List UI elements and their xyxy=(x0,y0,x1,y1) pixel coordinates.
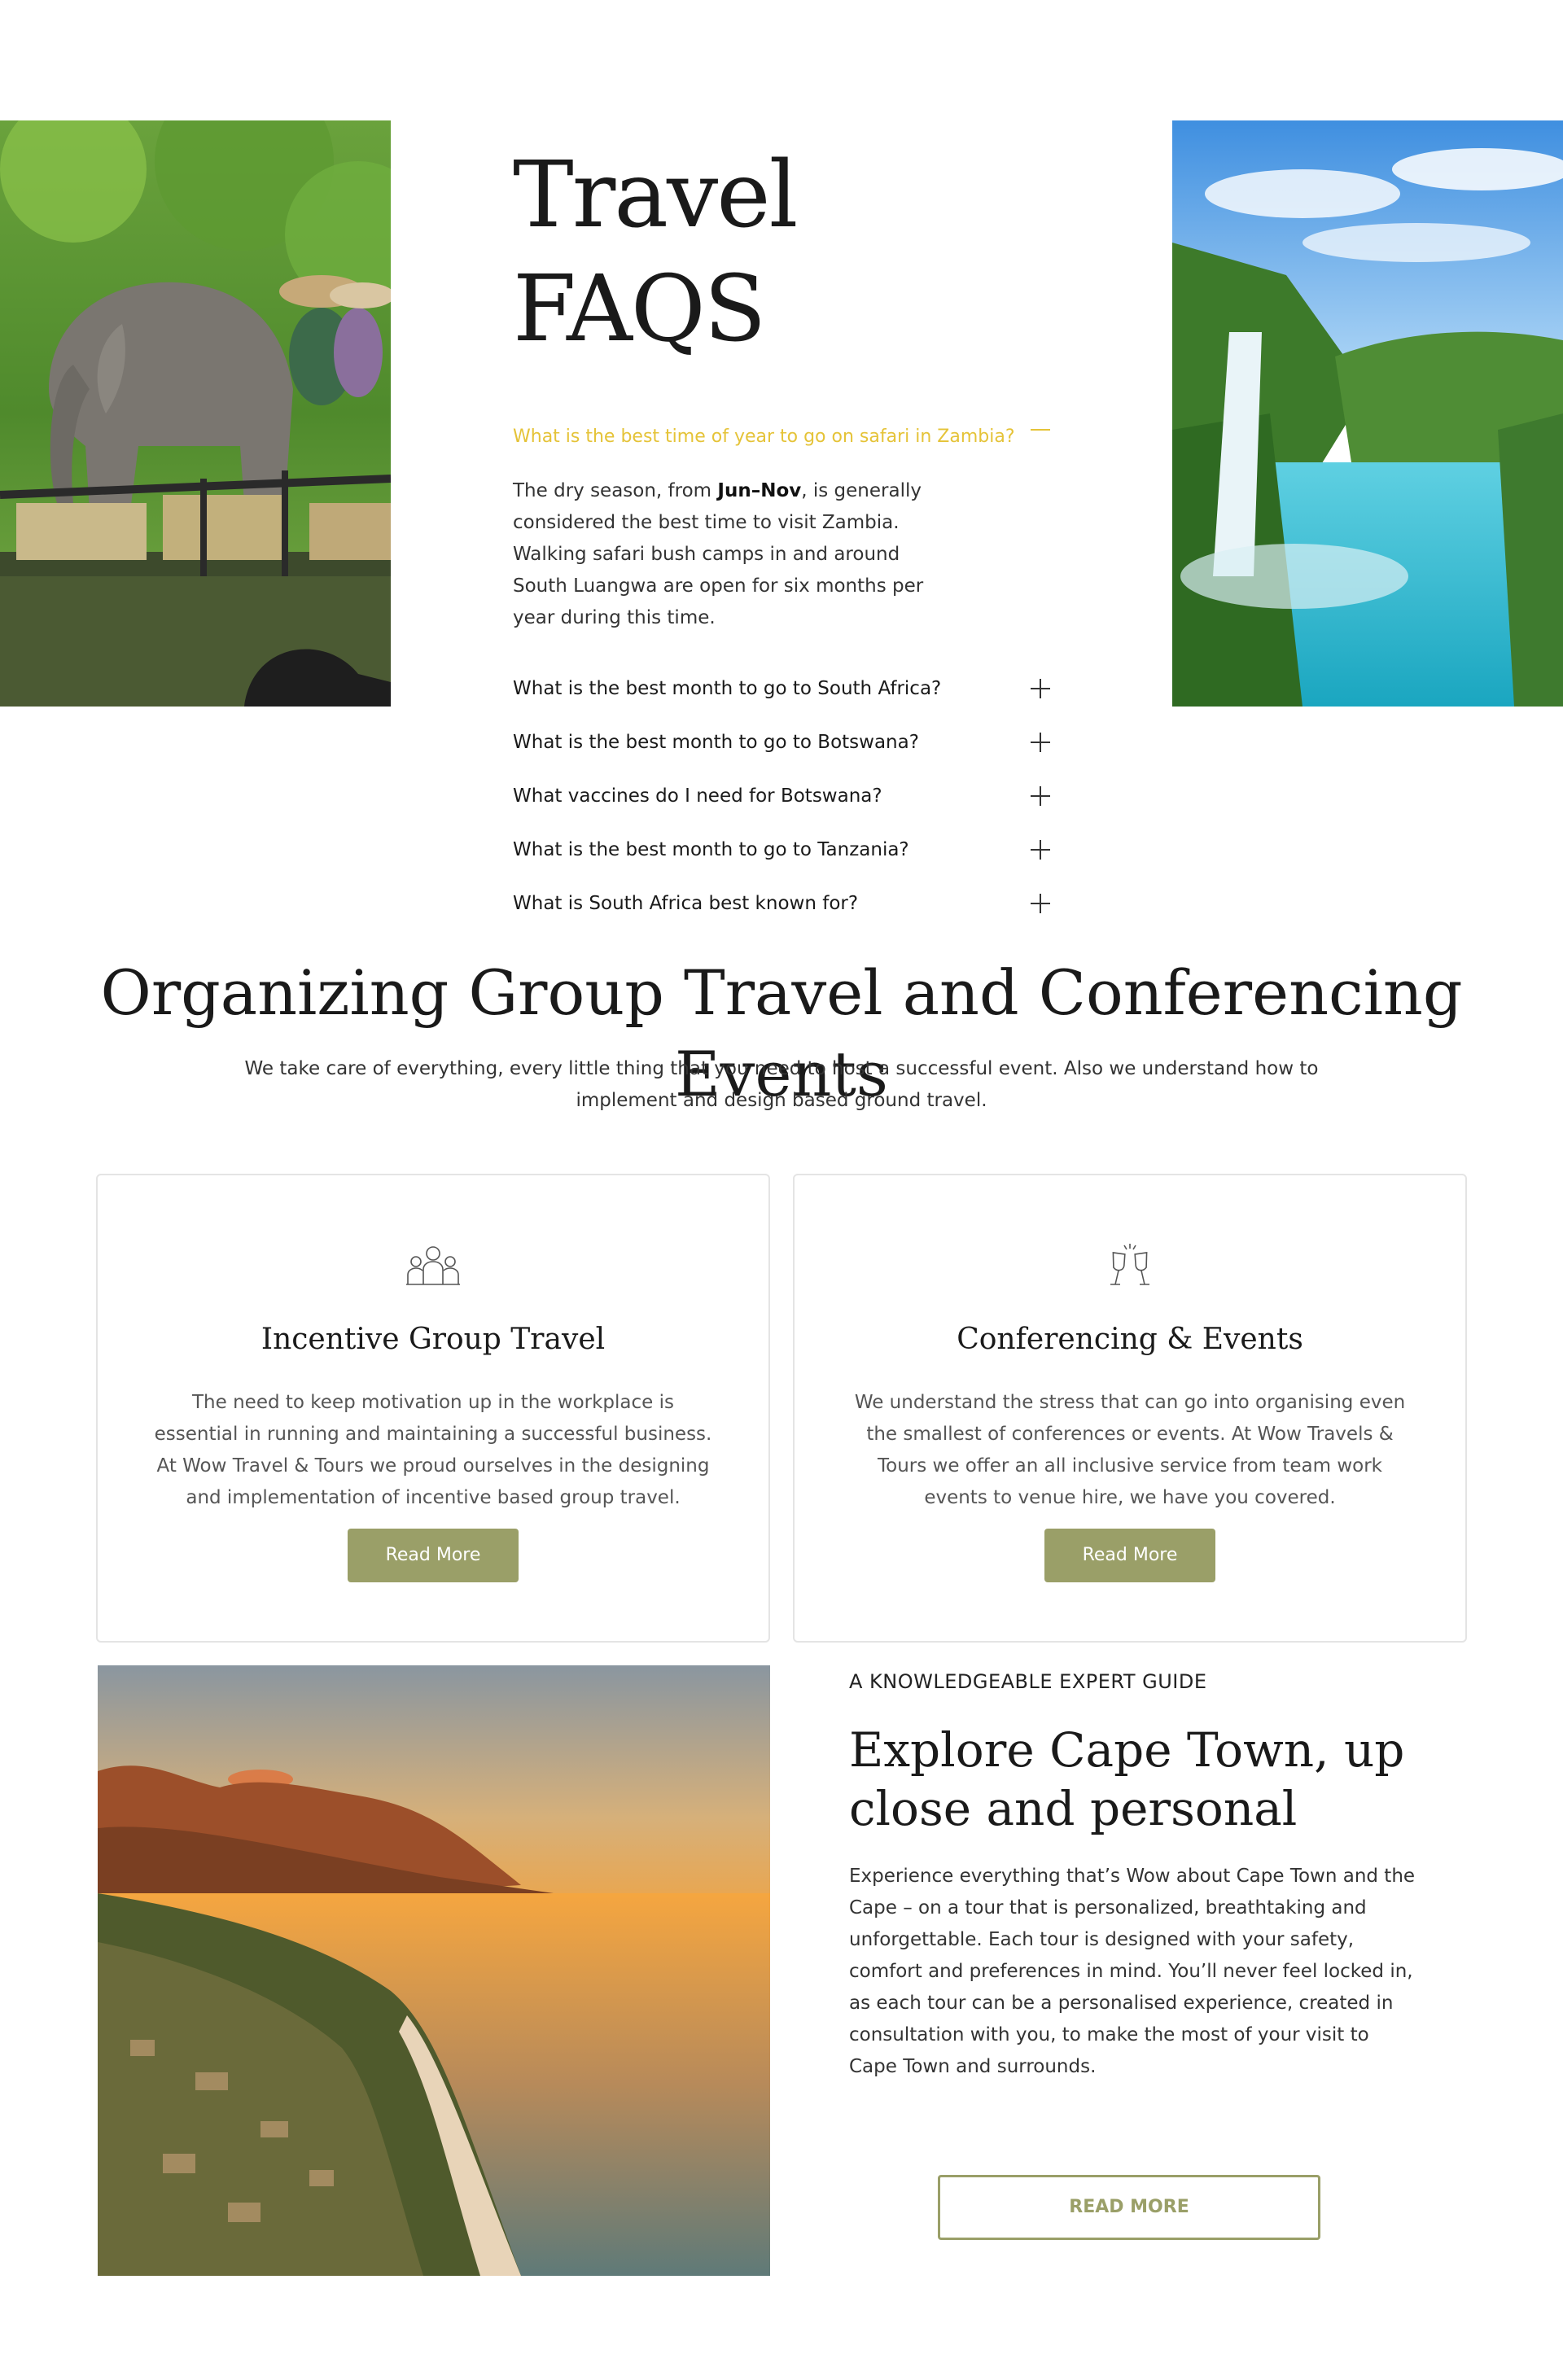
read-more-button[interactable]: Read More xyxy=(1044,1529,1215,1582)
cape-eyebrow: A KNOWLEDGEABLE EXPERT GUIDE xyxy=(849,1670,1207,1693)
cape-read-more-button[interactable]: READ MORE xyxy=(938,2175,1320,2240)
plus-icon[interactable] xyxy=(1031,894,1050,913)
faq-open-question[interactable]: What is the best time of year to go on s… xyxy=(513,423,1050,451)
read-more-button[interactable]: Read More xyxy=(348,1529,519,1582)
faq-item[interactable]: What is the best month to go to Tanzania… xyxy=(513,823,1050,877)
card-title: Conferencing & Events xyxy=(957,1323,1303,1356)
faq-title: Travel FAQS xyxy=(513,142,798,362)
faq-question: What is the best month to go to Botswana… xyxy=(513,732,919,753)
champagne-glasses-icon xyxy=(1110,1244,1149,1285)
incentive-group-travel-card: Incentive Group Travel The need to keep … xyxy=(96,1174,770,1643)
plus-icon[interactable] xyxy=(1031,840,1050,860)
faq-open-question-text: What is the best time of year to go on s… xyxy=(513,427,1015,447)
cape-town-sunset-photo xyxy=(98,1665,770,2276)
faq-list: What is the best month to go to South Af… xyxy=(513,662,1050,930)
faq-answer-bold: Jun–Nov xyxy=(717,480,802,501)
group-section-subtitle: We take care of everything, every little… xyxy=(244,1058,1319,1111)
faq-item[interactable]: What vaccines do I need for Botswana? xyxy=(513,769,1050,823)
faq-question: What is South Africa best known for? xyxy=(513,893,859,914)
cape-text: Experience everything that’s Wow about C… xyxy=(849,1866,1416,2077)
group-people-icon xyxy=(406,1246,460,1285)
faq-answer-part: The dry season, from xyxy=(513,480,718,501)
card-title: Incentive Group Travel xyxy=(260,1323,606,1356)
faq-item[interactable]: What is South Africa best known for? xyxy=(513,877,1050,930)
minus-icon xyxy=(1031,429,1050,431)
conferencing-events-card: Conferencing & Events We understand the … xyxy=(793,1174,1467,1643)
faq-question: What is the best month to go to South Af… xyxy=(513,678,942,699)
cape-title: Explore Cape Town, up close and personal xyxy=(849,1722,1405,1836)
cape-town-section: A KNOWLEDGEABLE EXPERT GUIDE Explore Cap… xyxy=(849,1665,1419,2083)
faq-item[interactable]: What is the best month to go to Botswana… xyxy=(513,715,1050,769)
faq-open-item: What is the best time of year to go on s… xyxy=(513,423,1050,634)
waterfall-photo xyxy=(1172,120,1563,707)
faq-item[interactable]: What is the best month to go to South Af… xyxy=(513,662,1050,715)
card-text: The need to keep motivation up in the wo… xyxy=(154,1392,712,1508)
faq-answer: The dry season, from Jun–Nov, is general… xyxy=(513,475,952,634)
faq-question: What vaccines do I need for Botswana? xyxy=(513,785,882,807)
plus-icon[interactable] xyxy=(1031,733,1050,752)
faq-section: Travel FAQS What is the best time of yea… xyxy=(513,138,1050,930)
safari-elephant-photo xyxy=(0,120,391,707)
faq-question: What is the best month to go to Tanzania… xyxy=(513,839,909,860)
plus-icon[interactable] xyxy=(1031,786,1050,806)
card-text: We understand the stress that can go int… xyxy=(854,1392,1406,1508)
plus-icon[interactable] xyxy=(1031,679,1050,698)
faq-answer-part: , is generally considered the best time … xyxy=(513,480,924,628)
